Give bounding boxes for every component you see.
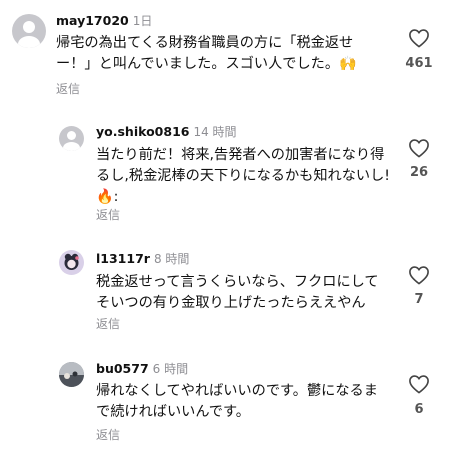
heart-icon[interactable]	[408, 28, 430, 48]
avatar-body-shape	[63, 142, 80, 151]
heart-icon[interactable]	[408, 374, 430, 394]
comment-item: l13117r 8 時間 税金返せって言うくらいなら、フクロにして そいつの有り金…	[0, 240, 450, 352]
avatar[interactable]	[12, 14, 46, 48]
username[interactable]: yo.shiko0816	[96, 124, 189, 139]
comment-text-line: るし,税金泥棒の天下りになるかも知れないし!	[96, 168, 390, 184]
like-count: 7	[414, 292, 424, 307]
comment-text-line: 帰宅の為出てくる財務省職員の方に「税金返せ	[56, 35, 354, 51]
comment-text-line: 税金返せって言うくらいなら、フクロにして	[96, 274, 379, 290]
comment-meta: bu0577 6 時間	[96, 360, 188, 377]
comment-text: 帰宅の為出てくる財務省職員の方に「税金返せ ー！」と叫んでいました。スゴい人でし…	[56, 33, 376, 75]
comment-text: 税金返せって言うくらいなら、フクロにして そいつの有り金取り上げたったらええやん	[96, 272, 396, 314]
comment-item: yo.shiko0816 14 時間 当たり前だ！将来,告発者への加害者になり得 …	[0, 110, 450, 240]
heart-icon[interactable]	[408, 138, 430, 158]
character-avatar-icon	[64, 253, 79, 270]
reply-button[interactable]: 返信	[56, 80, 80, 97]
comment-meta: l13117r 8 時間	[96, 250, 189, 267]
timestamp: 1日	[132, 14, 153, 28]
avatar-body-shape	[18, 36, 40, 48]
username[interactable]: l13117r	[96, 251, 150, 266]
comment-meta: may17020 1日	[56, 12, 152, 29]
reply-button[interactable]: 返信	[96, 315, 120, 332]
comment-text-line: 🔥:	[96, 189, 119, 205]
comment-item: may17020 1日 帰宅の為出てくる財務省職員の方に「税金返せ ー！」と叫んで…	[0, 0, 450, 110]
like-count: 461	[405, 56, 433, 71]
comment-text-line: そいつの有り金取り上げたったらええやん	[96, 295, 366, 311]
timestamp: 6 時間	[152, 362, 189, 376]
username[interactable]: bu0577	[96, 361, 149, 376]
like-count: 26	[409, 165, 429, 180]
reply-button[interactable]: 返信	[96, 206, 120, 223]
comment-item: bu0577 6 時間 帰れなくしてやればいいのです。鬱になるま で続ければいいん…	[0, 352, 450, 453]
reply-button[interactable]: 返信	[96, 426, 120, 443]
avatar[interactable]	[59, 250, 84, 275]
timestamp: 14 時間	[193, 125, 237, 139]
comment-meta: yo.shiko0816 14 時間	[96, 123, 237, 140]
comment-text-line: で続ければいいんです。	[96, 404, 250, 420]
avatar-head-shape	[23, 21, 35, 33]
comment-text: 当たり前だ！将来,告発者への加害者になり得 るし,税金泥棒の天下りになるかも知れ…	[96, 145, 396, 208]
timestamp: 8 時間	[153, 252, 190, 266]
heart-icon[interactable]	[408, 265, 430, 285]
like-count: 6	[414, 402, 424, 417]
comment-text-line: ー！」と叫んでいました。スゴい人でした。🙌	[56, 56, 357, 72]
username[interactable]: may17020	[56, 13, 129, 28]
avatar-head-shape	[67, 131, 76, 140]
photo-avatar-icon	[59, 362, 84, 387]
avatar[interactable]	[59, 126, 84, 151]
comment-text: 帰れなくしてやればいいのです。鬱になるま で続ければいいんです。	[96, 381, 396, 423]
avatar[interactable]	[59, 362, 84, 387]
comment-text-line: 帰れなくしてやればいいのです。鬱になるま	[96, 383, 378, 399]
comment-text-line: 当たり前だ！将来,告発者への加害者になり得	[96, 147, 385, 163]
